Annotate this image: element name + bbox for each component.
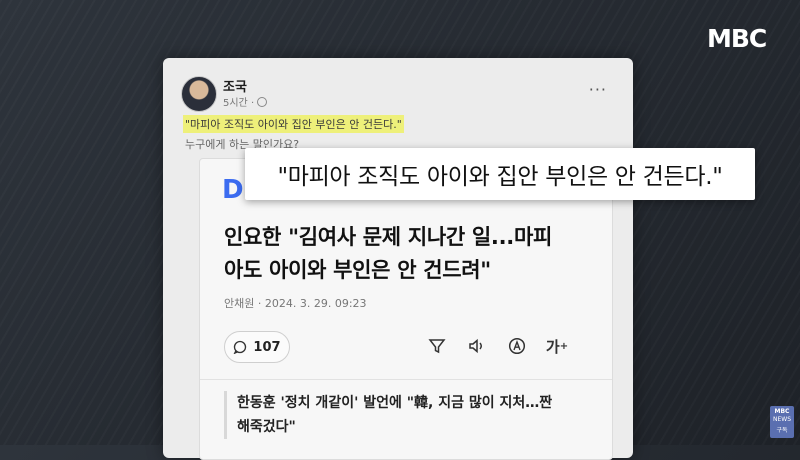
article-byline: 안채원 · 2024. 3. 29. 09:23 [224, 297, 367, 310]
post-author[interactable]: 조국 [223, 76, 247, 95]
speaker-icon[interactable] [466, 335, 488, 357]
subscribe-badge[interactable]: MBC NEWS 구독 [770, 406, 794, 438]
divider [200, 379, 612, 380]
related-line-2: 해죽겄다" [237, 419, 296, 435]
font-size-label: 가 [545, 337, 560, 356]
mbc-logo: MBC [707, 24, 767, 53]
article-tools: 가 + [426, 335, 568, 357]
post-time: 5시간 · [223, 94, 268, 109]
more-icon[interactable]: ··· [589, 82, 607, 98]
news-source-logo: D [222, 175, 244, 205]
badge-bottom: 구독 [776, 427, 788, 434]
translate-icon[interactable] [506, 335, 528, 357]
related-article[interactable]: 한동훈 '정치 개같이' 발언에 "韓, 지금 많이 지처…짠 해죽겄다" [224, 391, 607, 439]
caption-overlay: "마피아 조직도 아이와 집안 부인은 안 건든다." [245, 148, 755, 200]
avatar[interactable] [181, 76, 217, 112]
comment-icon [234, 340, 247, 354]
filter-icon[interactable] [426, 335, 448, 357]
headline-line-1: 인요한 "김여사 문제 지나간 일...마피 [224, 225, 552, 249]
article-headline[interactable]: 인요한 "김여사 문제 지나간 일...마피 아도 아이와 부인은 안 건드려" [224, 221, 604, 287]
badge-top: MBC [774, 408, 790, 415]
font-size-icon[interactable]: 가 + [546, 335, 568, 357]
globe-icon [257, 97, 268, 107]
shared-article[interactable]: D 인요한 "김여사 문제 지나간 일...마피 아도 아이와 부인은 안 건드… [199, 158, 613, 460]
comment-count: 107 [253, 339, 281, 355]
related-line-1: 한동훈 '정치 개같이' 발언에 "韓, 지금 많이 지처…짠 [237, 395, 553, 411]
highlighted-quote: "마피아 조직도 아이와 집안 부인은 안 건든다." [183, 115, 404, 133]
facebook-post-card: 조국 5시간 · ··· "마피아 조직도 아이와 집안 부인은 안 건든다."… [163, 58, 633, 460]
headline-line-2: 아도 아이와 부인은 안 건드려" [224, 258, 491, 282]
badge-mid: NEWS [772, 416, 792, 423]
comment-button[interactable]: 107 [224, 331, 290, 363]
post-time-label: 5시간 · [223, 98, 255, 109]
